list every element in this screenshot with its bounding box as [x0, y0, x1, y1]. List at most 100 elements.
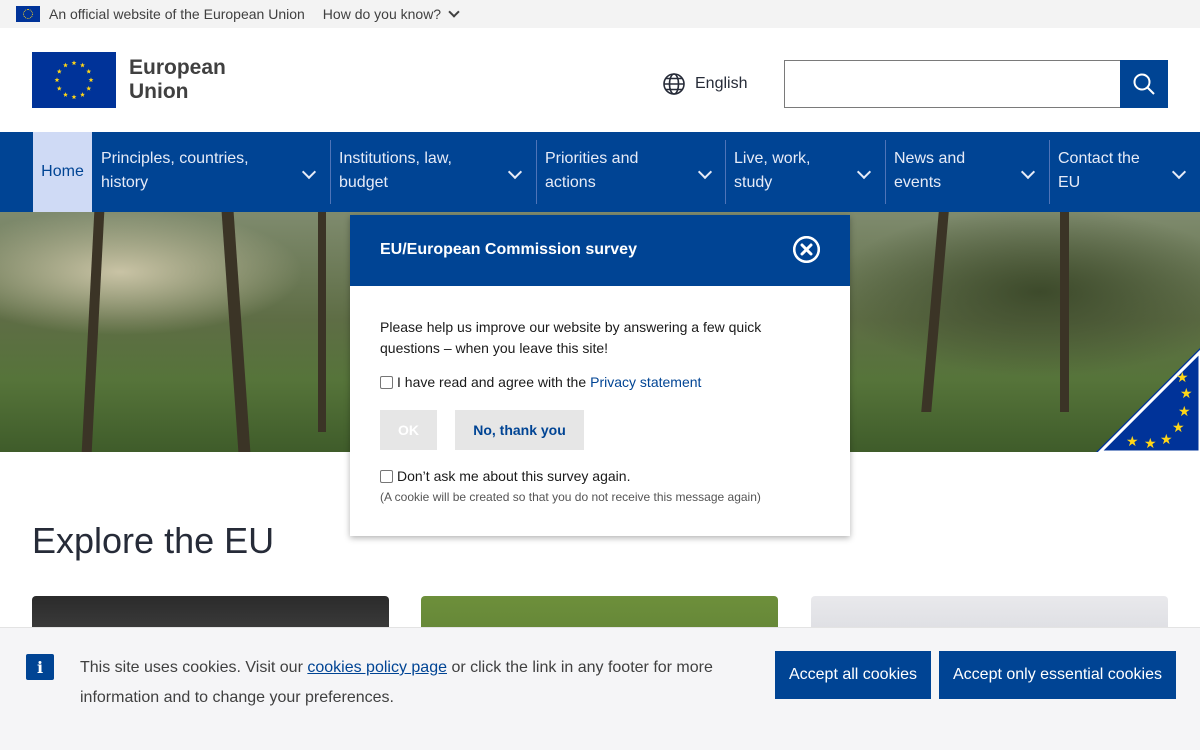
tree-trunk [921, 212, 949, 412]
nav-label-line: events [894, 174, 942, 191]
nav-item-live-work-study[interactable]: Live, work, study [725, 132, 885, 212]
flag-star [56, 68, 62, 74]
site-header: European Union English [0, 28, 1200, 132]
flag-star [80, 62, 85, 68]
survey-modal: EU/European Commission survey Please hel… [350, 215, 850, 536]
tree-trunk [81, 212, 105, 452]
official-text: An official website of the European Unio… [49, 6, 305, 22]
nav-item-home[interactable]: Home [33, 132, 92, 212]
flag-star [86, 85, 92, 91]
language-selector[interactable]: English [662, 72, 747, 96]
survey-message: Please help us improve our website by an… [380, 317, 820, 359]
svg-text:★: ★ [1172, 420, 1185, 436]
flag-star [56, 85, 62, 91]
how-do-you-know-label: How do you know? [322, 6, 442, 22]
chevron-down-icon [697, 164, 713, 180]
dont-ask-row: Don’t ask me about this survey again. [380, 468, 630, 484]
ok-button[interactable]: OK [380, 410, 437, 450]
flag-star [80, 92, 85, 97]
globe-icon [663, 73, 685, 95]
svg-text:★: ★ [1180, 386, 1193, 402]
dont-ask-checkbox[interactable] [380, 469, 393, 483]
nav-item-priorities[interactable]: Priorities and actions [536, 132, 725, 212]
svg-text:★: ★ [1144, 436, 1157, 452]
svg-text:★: ★ [1160, 432, 1173, 448]
nav-label-line: EU [1058, 174, 1081, 191]
flag-star [63, 92, 68, 97]
nav-label: Contact the EU [1058, 147, 1140, 195]
cookies-policy-link[interactable]: cookies policy page [307, 659, 447, 676]
chevron-down-icon [448, 6, 460, 18]
close-button[interactable] [793, 236, 820, 263]
nav-item-contact[interactable]: Contact the EU [1049, 132, 1200, 212]
chevron-down-icon [1020, 164, 1036, 180]
eu-stars-corner-icon: ★ ★ ★ ★★★ ★ [1096, 348, 1200, 452]
survey-message-line: questions – when you leave this site! [380, 340, 609, 356]
search-input[interactable] [784, 60, 1120, 108]
dont-ask-label: Don’t ask me about this survey again. [397, 468, 631, 484]
nav-label: Institutions, law, budget [339, 147, 452, 195]
chevron-down-icon [1171, 164, 1187, 180]
nav-label-line: budget [339, 174, 388, 191]
logo-line-2: Union [129, 80, 189, 103]
nav-label-line: history [101, 174, 149, 191]
nav-label-line: actions [545, 174, 596, 191]
eu-logo-link[interactable]: European Union [32, 52, 226, 108]
nav-label: Live, work, study [734, 147, 810, 195]
tree-trunk [221, 212, 251, 452]
survey-message-line: Please help us improve our website by an… [380, 319, 762, 335]
cookie-text-part: This site uses cookies. Visit our [80, 659, 308, 676]
tree-trunk [1060, 212, 1069, 412]
cookie-note: (A cookie will be created so that you do… [380, 490, 761, 504]
close-icon [793, 236, 820, 263]
nav-label: News and events [894, 147, 965, 195]
nav-item-institutions[interactable]: Institutions, law, budget [330, 132, 536, 212]
main-navigation: Home Principles, countries, history Inst… [0, 132, 1200, 212]
nav-label-line: Live, work, [734, 150, 811, 167]
search-icon [1133, 73, 1155, 95]
flag-star [54, 77, 60, 83]
info-icon: i [26, 654, 54, 680]
flag-star [63, 62, 68, 68]
chevron-down-icon [507, 164, 523, 180]
flag-star [86, 68, 92, 74]
nav-label: Principles, countries, history [101, 147, 249, 195]
how-do-you-know-toggle[interactable]: How do you know? [322, 6, 460, 22]
eu-flag-icon [32, 52, 116, 108]
flag-star [88, 77, 94, 83]
svg-text:★: ★ [1126, 434, 1139, 450]
privacy-statement-link[interactable]: Privacy statement [590, 374, 701, 390]
flag-star [71, 94, 77, 100]
official-bar: An official website of the European Unio… [0, 0, 1200, 28]
nav-label-line: Principles, countries, [101, 150, 249, 167]
svg-text:★: ★ [1178, 404, 1191, 420]
eu-flag-icon [16, 6, 40, 22]
cookie-banner: i This site uses cookies. Visit our cook… [0, 627, 1200, 750]
tree-trunk [318, 212, 326, 432]
svg-text:★: ★ [1176, 370, 1189, 386]
search-button[interactable] [1120, 60, 1168, 108]
cookie-message: This site uses cookies. Visit our cookie… [80, 653, 720, 713]
privacy-agree-row: I have read and agree with the Privacy s… [380, 374, 701, 390]
no-thank-you-button[interactable]: No, thank you [455, 410, 584, 450]
chevron-down-icon [856, 164, 872, 180]
language-label: English [695, 75, 748, 92]
nav-label-line: Contact the [1058, 150, 1140, 167]
accept-essential-cookies-button[interactable]: Accept only essential cookies [939, 651, 1176, 699]
flag-star [71, 60, 77, 66]
privacy-agree-checkbox[interactable] [380, 375, 393, 389]
nav-label-line: Priorities and [545, 150, 639, 167]
nav-item-principles[interactable]: Principles, countries, history [92, 132, 330, 212]
nav-label-line: Institutions, law, [339, 150, 452, 167]
privacy-agree-label: I have read and agree with the [397, 374, 587, 390]
accept-all-cookies-button[interactable]: Accept all cookies [775, 651, 931, 699]
nav-label-line: News and [894, 150, 966, 167]
logo-text: European Union [129, 56, 226, 104]
explore-title: Explore the EU [32, 520, 275, 561]
nav-label-line: study [734, 174, 773, 191]
logo-line-1: European [129, 56, 226, 79]
nav-item-news-events[interactable]: News and events [885, 132, 1049, 212]
nav-label: Priorities and actions [545, 147, 638, 195]
modal-title: EU/European Commission survey [380, 241, 637, 258]
chevron-down-icon [301, 164, 317, 180]
